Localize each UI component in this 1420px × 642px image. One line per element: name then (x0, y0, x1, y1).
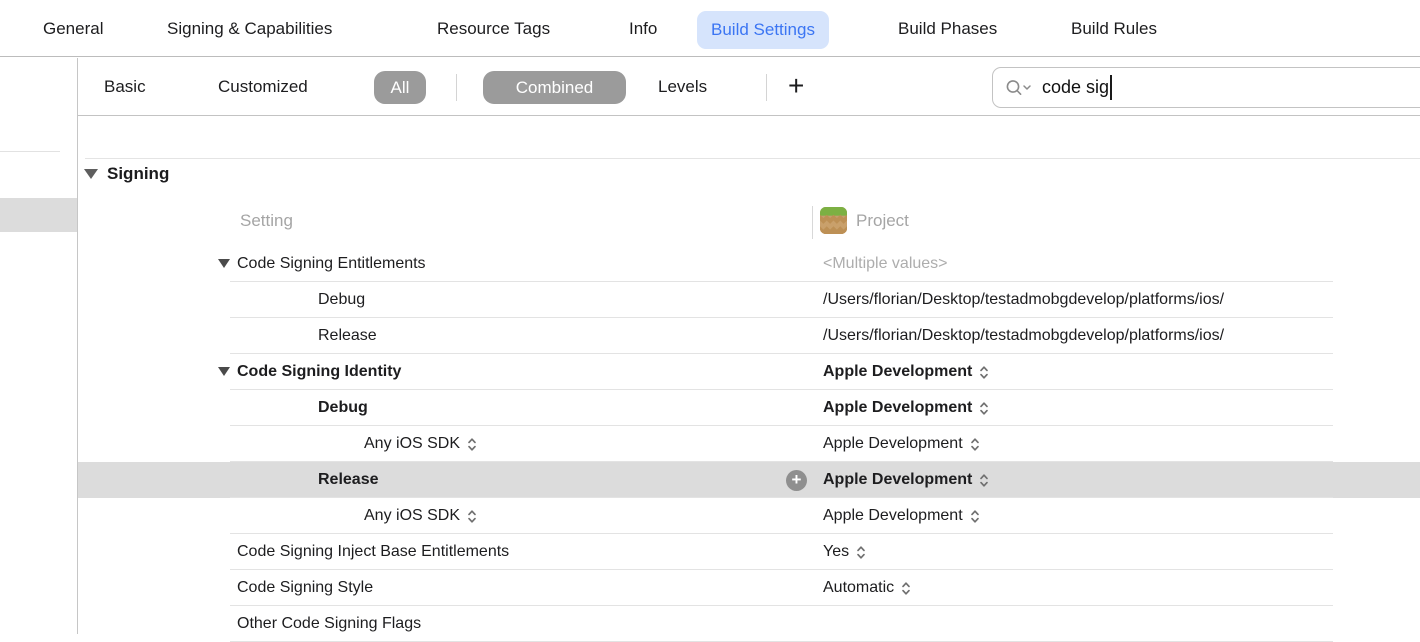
popup-chevron-icon (979, 401, 989, 416)
sidebar-divider (0, 151, 60, 152)
tab-general[interactable]: General (43, 0, 103, 57)
setting-label-text: Debug (318, 291, 365, 309)
sidebar-selected-row[interactable] (0, 198, 77, 232)
setting-value[interactable]: Automatic (823, 570, 911, 606)
popup-chevron-icon (467, 509, 477, 524)
setting-label-text: Code Signing Entitlements (237, 255, 426, 273)
target-tab-bar: General Signing & Capabilities Resource … (0, 0, 1420, 57)
build-settings-toolbar: Basic Customized All Combined Levels + c… (78, 58, 1420, 116)
setting-label: Debug (318, 390, 368, 426)
popup-chevron-icon (970, 437, 980, 452)
tab-info[interactable]: Info (629, 0, 657, 57)
add-value-button[interactable]: + (786, 470, 807, 491)
tab-resource-tags[interactable]: Resource Tags (437, 0, 550, 57)
filter-customized[interactable]: Customized (218, 58, 308, 116)
view-combined[interactable]: Combined (483, 71, 626, 104)
setting-value-text: Apple Development (823, 471, 972, 489)
setting-label-text: Debug (318, 399, 368, 417)
column-header-project: Project (856, 211, 909, 231)
setting-label: Any iOS SDK (364, 498, 477, 534)
popup-chevron-icon (979, 365, 989, 380)
build-setting-row[interactable]: Release + Apple Development (78, 462, 1420, 498)
setting-label-text: Other Code Signing Flags (237, 615, 421, 633)
filter-all[interactable]: All (374, 71, 426, 104)
build-setting-row[interactable]: Debug/Users/florian/Desktop/testadmobgde… (78, 282, 1420, 318)
setting-label: Code Signing Inject Base Entitlements (237, 534, 509, 570)
disclosure-triangle-icon[interactable] (218, 367, 230, 376)
build-setting-row[interactable]: Code Signing Inject Base Entitlements Yes (78, 534, 1420, 570)
disclosure-triangle-icon[interactable] (218, 259, 230, 268)
setting-value[interactable]: Yes (823, 534, 866, 570)
setting-label-text: Release (318, 471, 379, 489)
setting-label: Code Signing Style (237, 570, 373, 606)
tab-signing-capabilities[interactable]: Signing & Capabilities (167, 0, 332, 57)
add-setting-button[interactable]: + (788, 58, 804, 116)
setting-value-text: /Users/florian/Desktop/testadmobgdevelop… (823, 327, 1224, 345)
column-divider (812, 206, 813, 239)
setting-value[interactable]: <Multiple values> (823, 246, 948, 282)
setting-value-text: /Users/florian/Desktop/testadmobgdevelop… (823, 291, 1224, 309)
setting-value-text: <Multiple values> (823, 255, 948, 273)
text-cursor (1110, 75, 1112, 100)
view-levels[interactable]: Levels (658, 58, 707, 116)
setting-value[interactable]: Apple Development (823, 390, 989, 426)
build-setting-row[interactable]: Other Code Signing Flags (78, 606, 1420, 642)
setting-label: Debug (318, 282, 365, 318)
setting-value[interactable]: Apple Development (823, 426, 980, 462)
popup-chevron-icon (467, 437, 477, 452)
setting-value-text: Apple Development (823, 399, 972, 417)
setting-label: Release (318, 318, 377, 354)
setting-value-text: Automatic (823, 579, 894, 597)
section-header-signing[interactable]: Signing (84, 162, 169, 186)
search-query-text: code sig (1042, 77, 1109, 98)
setting-value[interactable]: Apple Development (823, 354, 989, 390)
setting-label-text: Any iOS SDK (364, 507, 460, 525)
setting-value[interactable]: /Users/florian/Desktop/testadmobgdevelop… (823, 318, 1224, 354)
setting-label-text: Code Signing Inject Base Entitlements (237, 543, 509, 561)
setting-value-text: Apple Development (823, 363, 972, 381)
setting-label: Code Signing Identity (237, 354, 401, 390)
disclosure-triangle-icon[interactable] (84, 169, 98, 179)
popup-chevron-icon (901, 581, 911, 596)
popup-chevron-icon (856, 545, 866, 560)
setting-label-text: Any iOS SDK (364, 435, 460, 453)
setting-value-text: Yes (823, 543, 849, 561)
setting-label-text: Release (318, 327, 377, 345)
build-setting-row[interactable]: Code Signing Entitlements <Multiple value… (78, 246, 1420, 282)
setting-value[interactable]: Apple Development (823, 462, 989, 498)
setting-label-text: Code Signing Style (237, 579, 373, 597)
popup-chevron-icon (979, 473, 989, 488)
toolbar-divider (456, 74, 457, 101)
build-setting-row[interactable]: Any iOS SDK Apple Development (78, 426, 1420, 462)
tab-build-phases[interactable]: Build Phases (898, 0, 997, 57)
popup-chevron-icon (970, 509, 980, 524)
column-header-setting: Setting (240, 211, 293, 231)
search-icon (1005, 79, 1033, 97)
search-input[interactable]: code sig (992, 67, 1420, 108)
navigator-sidebar-sliver (0, 58, 78, 634)
content-divider (85, 158, 1420, 159)
tab-build-settings[interactable]: Build Settings (697, 11, 829, 49)
setting-label: Any iOS SDK (364, 426, 477, 462)
section-title: Signing (107, 164, 169, 184)
setting-value[interactable]: Apple Development (823, 498, 980, 534)
build-setting-row[interactable]: Code Signing Identity Apple Development (78, 354, 1420, 390)
filter-basic[interactable]: Basic (104, 58, 146, 116)
build-setting-row[interactable]: Any iOS SDK Apple Development (78, 498, 1420, 534)
setting-label: Release (318, 462, 379, 498)
build-setting-row[interactable]: Release/Users/florian/Desktop/testadmobg… (78, 318, 1420, 354)
setting-value[interactable]: /Users/florian/Desktop/testadmobgdevelop… (823, 282, 1224, 318)
setting-label: Code Signing Entitlements (237, 246, 426, 282)
project-icon (820, 207, 847, 234)
setting-label-text: Code Signing Identity (237, 363, 401, 381)
setting-value-text: Apple Development (823, 507, 963, 525)
build-setting-row[interactable]: Debug Apple Development (78, 390, 1420, 426)
toolbar-divider (766, 74, 767, 101)
setting-value-text: Apple Development (823, 435, 963, 453)
setting-label: Other Code Signing Flags (237, 606, 421, 642)
build-setting-row[interactable]: Code Signing Style Automatic (78, 570, 1420, 606)
tab-build-rules[interactable]: Build Rules (1071, 0, 1157, 57)
